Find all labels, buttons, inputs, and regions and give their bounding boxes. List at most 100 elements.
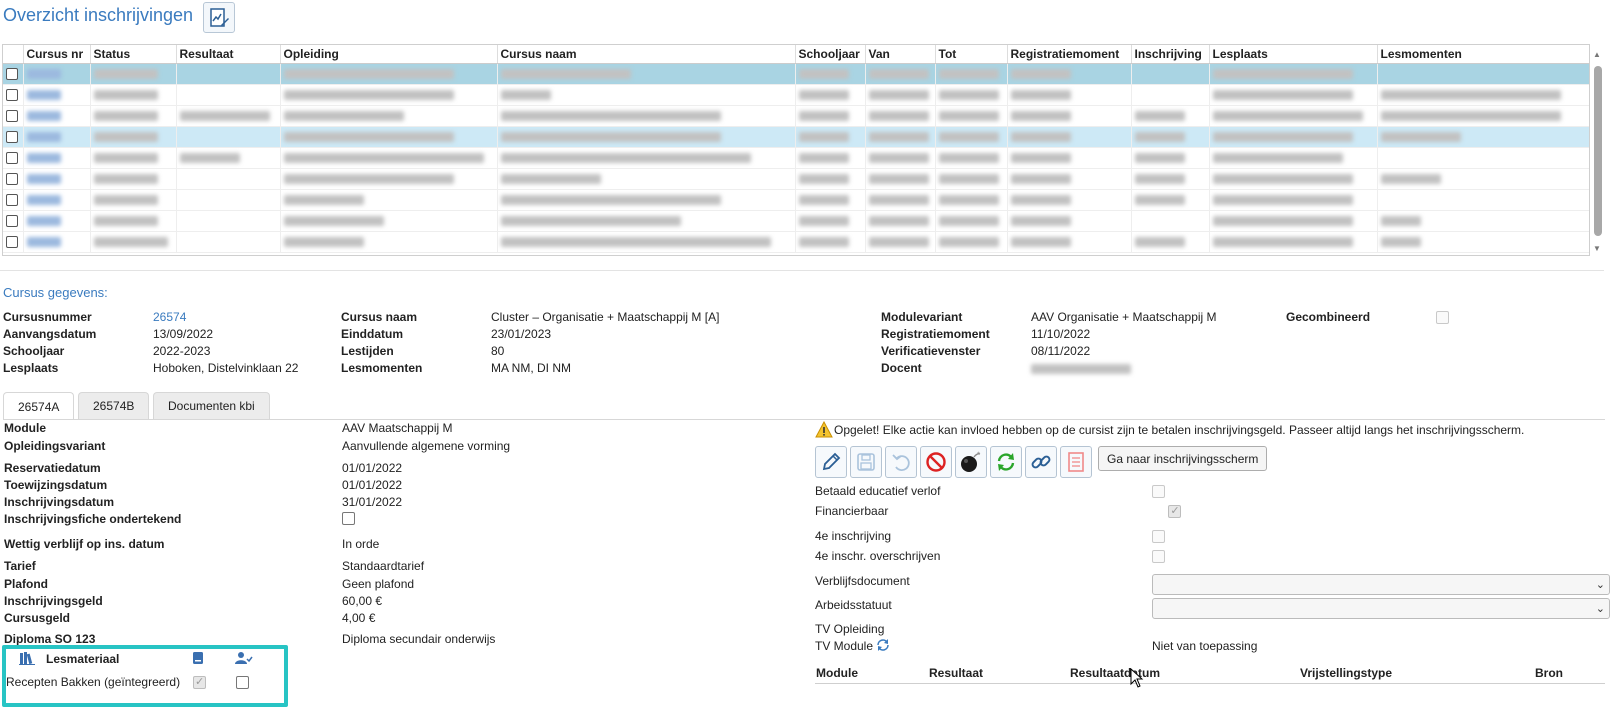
cursusgeld-value: 4,00 € bbox=[342, 611, 376, 625]
lesmomenten-label: Lesmomenten bbox=[341, 361, 423, 375]
col-inschrijving[interactable]: Inschrijving bbox=[1131, 45, 1210, 64]
col-resultaat[interactable]: Resultaat bbox=[176, 45, 281, 64]
export-report-button[interactable] bbox=[203, 2, 235, 33]
diploma-label: Diploma SO 123 bbox=[4, 632, 96, 646]
row-checkbox[interactable] bbox=[6, 131, 18, 144]
col-registratiemoment[interactable]: Registratiemoment bbox=[1007, 45, 1132, 64]
inschrijvingsdatum-label: Inschrijvingsdatum bbox=[4, 495, 115, 509]
col-schooljaar[interactable]: Schooljaar bbox=[795, 45, 866, 64]
row-checkbox[interactable] bbox=[6, 89, 18, 102]
sync-icon[interactable] bbox=[876, 638, 890, 652]
row-checkbox[interactable] bbox=[6, 152, 18, 165]
results-col-vrijstellingstype: Vrijstellingstype bbox=[1300, 666, 1393, 680]
goto-inschrijvingsscherm-button[interactable]: Ga naar inschrijvingsscherm bbox=[1098, 446, 1268, 471]
table-row[interactable] bbox=[3, 84, 1589, 106]
col-lesplaats[interactable]: Lesplaats bbox=[1209, 45, 1378, 64]
book-icon bbox=[193, 652, 203, 664]
results-header-underline bbox=[815, 683, 1605, 684]
aanvangsdatum-label: Aanvangsdatum bbox=[3, 327, 97, 341]
vierde-overschrijven-checkbox bbox=[1152, 550, 1165, 563]
chevron-down-icon: ⌄ bbox=[1595, 579, 1605, 591]
table-row[interactable] bbox=[3, 231, 1589, 253]
ban-icon bbox=[926, 452, 946, 472]
vierde-overschrijven-label: 4e inschr. overschrijven bbox=[815, 549, 941, 563]
arbeidsstatuut-select[interactable]: ⌄ bbox=[1152, 598, 1610, 619]
row-checkbox[interactable] bbox=[6, 194, 18, 207]
warning-text: Opgelet! Elke actie kan invloed hebben o… bbox=[834, 423, 1525, 437]
row-checkbox[interactable] bbox=[6, 110, 18, 123]
pencil-icon bbox=[822, 452, 841, 471]
opleidingsvariant-value: Aanvullende algemene vorming bbox=[342, 439, 511, 453]
verblijf-label: Wettig verblijf op ins. datum bbox=[4, 537, 165, 551]
refresh-button[interactable] bbox=[990, 446, 1022, 478]
row-checkbox[interactable] bbox=[6, 236, 18, 249]
tab-26574a[interactable]: 26574A bbox=[3, 392, 75, 420]
col-status[interactable]: Status bbox=[90, 45, 177, 64]
scroll-down-arrow[interactable]: ▼ bbox=[1593, 244, 1601, 253]
lesmomenten-value: MA NM, DI NM bbox=[491, 361, 571, 375]
delete-button[interactable]: * bbox=[955, 446, 987, 478]
lestijden-label: Lestijden bbox=[341, 344, 394, 358]
col-cursus-nr[interactable]: Cursus nr bbox=[23, 45, 91, 64]
results-col-resultaatdatum: Resultaatdatum bbox=[1070, 666, 1161, 680]
tab-26574b[interactable]: 26574B bbox=[78, 392, 150, 419]
col-van[interactable]: Van bbox=[865, 45, 936, 64]
scroll-up-arrow[interactable]: ▲ bbox=[1593, 50, 1601, 59]
row-checkbox[interactable] bbox=[6, 215, 18, 228]
col-cursus-naam[interactable]: Cursus naam bbox=[497, 45, 796, 64]
table-scrollbar[interactable] bbox=[1594, 66, 1602, 236]
page-title: Overzicht inschrijvingen bbox=[3, 5, 194, 25]
table-row[interactable] bbox=[3, 147, 1589, 169]
table-header: Cursus nr Status Resultaat Opleiding Cur… bbox=[3, 45, 1589, 64]
lesmateriaal-received-checkbox[interactable] bbox=[236, 676, 249, 689]
table-row[interactable] bbox=[3, 126, 1589, 148]
tab-documenten-kbi[interactable]: Documenten kbi bbox=[153, 392, 270, 419]
tab-underline bbox=[3, 419, 1605, 420]
table-row[interactable] bbox=[3, 105, 1589, 127]
table-row[interactable] bbox=[3, 63, 1589, 85]
lesplaats-label: Lesplaats bbox=[3, 361, 59, 375]
vierde-inschrijving-label: 4e inschrijving bbox=[815, 529, 892, 543]
opleidingsvariant-label: Opleidingsvariant bbox=[4, 439, 106, 453]
fiche-checkbox[interactable] bbox=[342, 512, 355, 525]
verblijfsdocument-select[interactable]: ⌄ bbox=[1152, 574, 1610, 595]
document-icon bbox=[1068, 452, 1084, 472]
table-row[interactable] bbox=[3, 189, 1589, 211]
modulevariant-label: Modulevariant bbox=[881, 310, 963, 324]
table-row[interactable] bbox=[3, 210, 1589, 232]
verificatievenster-label: Verificatievenster bbox=[881, 344, 981, 358]
fiche-label: Inschrijvingsfiche ondertekend bbox=[4, 512, 182, 526]
tv-module-value: Niet van toepassing bbox=[1152, 639, 1258, 653]
diploma-value: Diploma secundair onderwijs bbox=[342, 632, 496, 646]
cursusnummer-link[interactable]: 26574 bbox=[153, 310, 186, 324]
mouse-cursor-icon bbox=[1130, 668, 1144, 688]
results-col-module: Module bbox=[816, 666, 858, 680]
arbeidsstatuut-label: Arbeidsstatuut bbox=[815, 598, 892, 612]
col-tot[interactable]: Tot bbox=[935, 45, 1008, 64]
link-button[interactable] bbox=[1025, 446, 1057, 478]
module-label: Module bbox=[4, 421, 46, 435]
cursus-naam-value: Cluster – Organisatie + Maatschappij M [… bbox=[491, 310, 720, 324]
table-row[interactable] bbox=[3, 168, 1589, 190]
chevron-down-icon: ⌄ bbox=[1595, 603, 1605, 615]
floppy-icon bbox=[857, 453, 875, 471]
books-icon bbox=[19, 652, 35, 665]
col-lesmomenten[interactable]: Lesmomenten bbox=[1377, 45, 1589, 64]
bomb-icon: * bbox=[961, 451, 981, 472]
inschrijvingsgeld-value: 60,00 € bbox=[342, 594, 383, 608]
financierbaar-label: Financierbaar bbox=[815, 504, 889, 518]
schooljaar-label: Schooljaar bbox=[3, 344, 65, 358]
edit-button[interactable] bbox=[815, 446, 847, 478]
cursus-naam-label: Cursus naam bbox=[341, 310, 418, 324]
gecombineerd-label: Gecombineerd bbox=[1286, 310, 1371, 324]
undo-button[interactable] bbox=[885, 446, 917, 478]
cancel-enrollment-button[interactable] bbox=[920, 446, 952, 478]
row-checkbox[interactable] bbox=[6, 173, 18, 186]
col-opleiding[interactable]: Opleiding bbox=[280, 45, 498, 64]
cursusgeld-label: Cursusgeld bbox=[4, 611, 71, 625]
row-checkbox[interactable] bbox=[6, 68, 18, 81]
tv-module-label: TV Module bbox=[815, 639, 874, 653]
document-button[interactable] bbox=[1060, 446, 1092, 478]
save-button[interactable] bbox=[850, 446, 882, 478]
lestijden-value: 80 bbox=[491, 344, 505, 358]
